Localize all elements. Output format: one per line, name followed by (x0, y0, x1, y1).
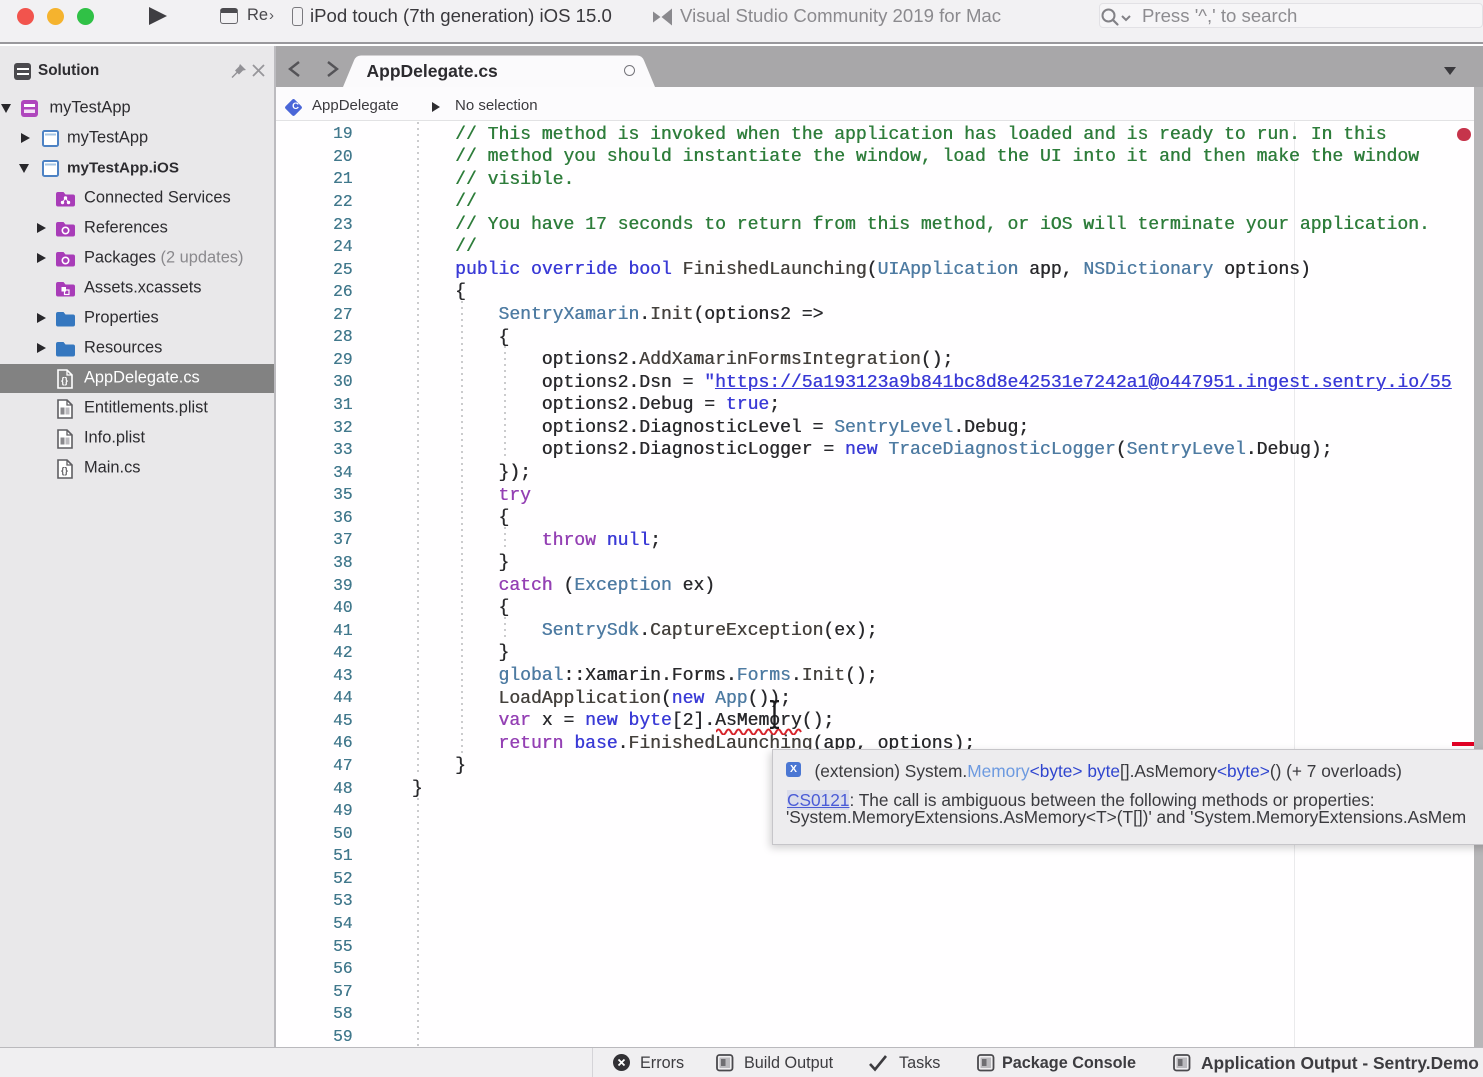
svg-text:{}: {} (61, 375, 69, 385)
svg-text:{}: {} (61, 465, 69, 475)
